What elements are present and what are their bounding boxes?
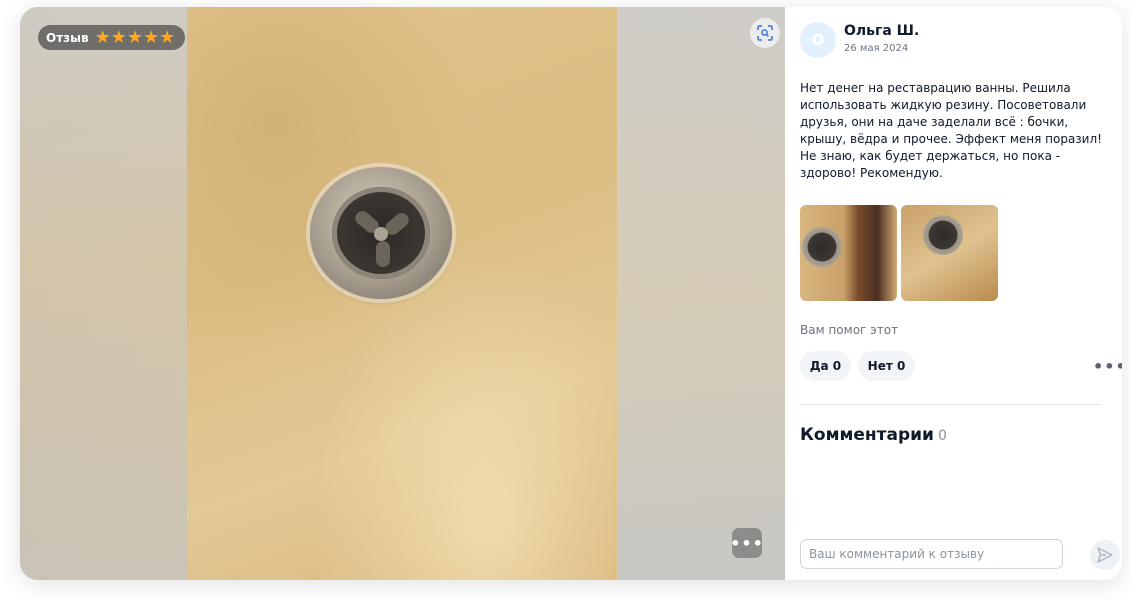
comments-title: Комментарии [800, 425, 934, 445]
review-badge-label: Отзыв [46, 30, 89, 45]
helpful-question: Вам помог этот [800, 323, 899, 337]
review-thumbnail-1[interactable] [800, 205, 897, 301]
image-search-button[interactable] [750, 18, 780, 48]
review-thumbnail-2[interactable] [901, 205, 998, 301]
media-more-button[interactable]: ••• [730, 528, 763, 558]
review-author[interactable]: Ольга Ш. [844, 23, 919, 39]
comments-count: 0 [937, 428, 947, 444]
comments-heading: Комментарии 0 [800, 425, 947, 445]
star-icon: ★ [94, 26, 111, 48]
avatar: О [800, 22, 836, 58]
scan-icon [757, 25, 773, 41]
drain-image [310, 167, 452, 299]
rating-badge: Отзыв ★★★★★ [38, 25, 186, 50]
review-modal: Отзыв ★★★★★ ••• О Ольга Ш. 26 мая 2024 Н… [20, 7, 1122, 580]
star-icon: ★ [126, 26, 143, 48]
media-blur-right [617, 7, 785, 580]
review-panel: О Ольга Ш. 26 мая 2024 Нет денег на рест… [785, 7, 1122, 580]
star-icon: ★ [143, 26, 160, 48]
review-text: Нет денег на реставрацию ванны. Решила и… [800, 81, 1102, 180]
send-icon [1097, 547, 1113, 563]
review-media-viewer[interactable]: Отзыв ★★★★★ ••• [20, 7, 785, 580]
comment-input[interactable] [800, 539, 1063, 569]
vote-yes-button[interactable]: Да 0 [800, 351, 851, 381]
review-date: 26 мая 2024 [844, 43, 909, 54]
review-thumbnails [800, 205, 998, 301]
divider [800, 404, 1101, 405]
star-icon: ★ [159, 26, 176, 48]
review-more-button[interactable]: ••• [1093, 357, 1122, 376]
vote-no-button[interactable]: Нет 0 [858, 351, 915, 381]
review-photo[interactable] [187, 7, 617, 580]
media-blur-left [20, 7, 188, 580]
send-comment-button[interactable] [1090, 540, 1120, 570]
star-icon: ★ [110, 26, 127, 48]
rating-stars: ★★★★★ [94, 26, 176, 48]
